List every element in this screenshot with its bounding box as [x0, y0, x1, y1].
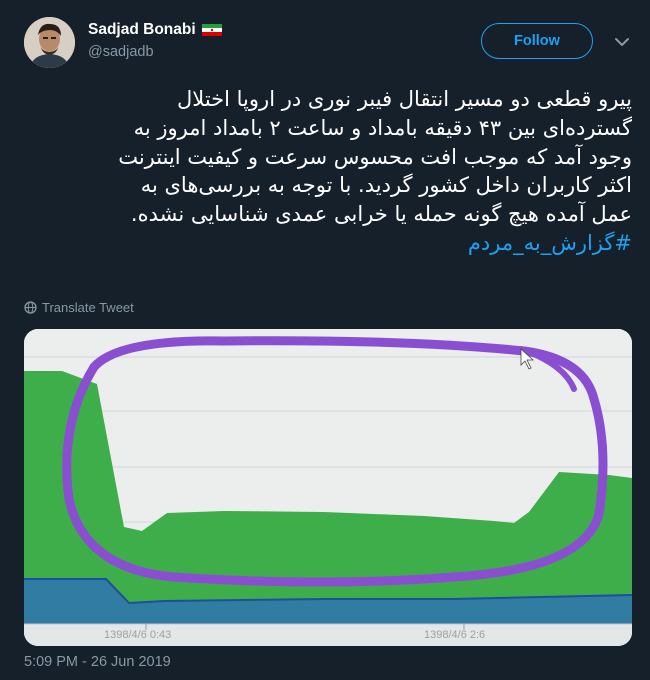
tweet-line: وجود آمد که موجب افت محسوس سرعت و کیفیت … [118, 144, 632, 169]
follow-button[interactable]: Follow [481, 23, 593, 59]
iran-flag-icon [201, 24, 222, 36]
x-axis-label: 1398/4/6 2:6 [424, 629, 485, 641]
tweet-text: پیرو قطعی دو مسیر انتقال فیبر نوری در ار… [24, 85, 632, 258]
translate-tweet-link[interactable]: Translate Tweet [24, 300, 134, 315]
globe-icon [24, 301, 37, 314]
author-handle[interactable]: @sadjadb [88, 44, 154, 60]
tweet-photo[interactable]: 1398/4/6 0:43 1398/4/6 2:6 [24, 329, 632, 646]
traffic-graph-photo: 1398/4/6 0:43 1398/4/6 2:6 [24, 329, 632, 646]
author-display-name[interactable]: Sadjad Bonabi [88, 21, 196, 39]
tweet-line: عمل آمده هیچ گونه حمله یا خرابی عمدی شنا… [130, 202, 632, 227]
chevron-down-icon[interactable] [614, 36, 630, 48]
tweet-line: اکثر کاربران داخل کشور گردید. با توجه به… [140, 173, 632, 198]
tweet-line: پیرو قطعی دو مسیر انتقال فیبر نوری در ار… [177, 87, 632, 111]
x-axis-label: 1398/4/6 0:43 [104, 629, 171, 641]
avatar-image [24, 17, 75, 68]
tweet-timestamp[interactable]: 5:09 PM - 26 Jun 2019 [24, 654, 171, 670]
avatar[interactable] [24, 17, 75, 68]
author-name-row[interactable]: Sadjad Bonabi [88, 21, 222, 39]
tweet-line: گسترده‌ای بین ۴۳ دقیقه بامداد و ساعت ۲ ب… [133, 115, 632, 140]
translate-label[interactable]: Translate Tweet [42, 300, 134, 315]
hashtag-link[interactable]: #گزارش_به_مردم [24, 229, 632, 258]
